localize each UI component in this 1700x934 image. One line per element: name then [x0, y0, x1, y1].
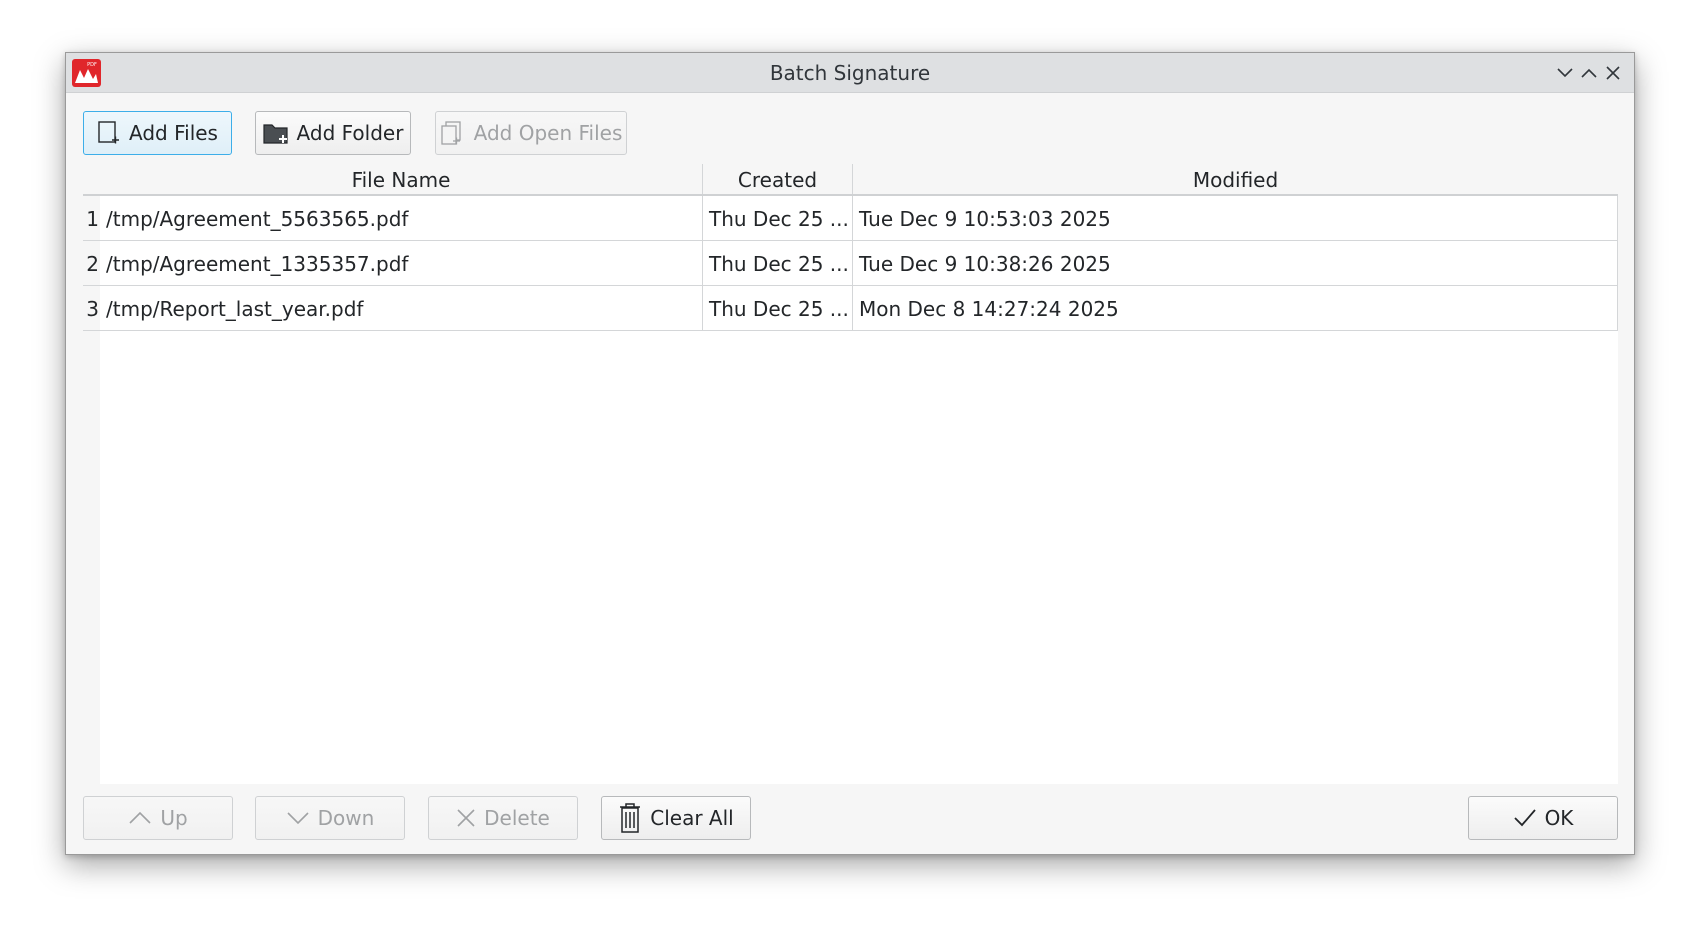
delete-button[interactable]: Delete [428, 796, 578, 840]
arrow-down-icon [287, 812, 309, 825]
file-name-cell[interactable]: /tmp/Agreement_5563565.pdf [100, 196, 703, 241]
file-name-cell[interactable]: /tmp/Report_last_year.pdf [100, 286, 703, 331]
add-folder-icon [262, 124, 288, 144]
created-cell[interactable]: Thu Dec 25 ... [703, 286, 853, 331]
move-up-label: Up [160, 806, 188, 830]
row-number: 1 [83, 196, 100, 241]
column-header-created[interactable]: Created [703, 164, 853, 194]
delete-label: Delete [484, 806, 550, 830]
chevron-down-icon [1557, 68, 1573, 78]
add-file-icon [98, 121, 120, 144]
created-cell[interactable]: Thu Dec 25 ... [703, 196, 853, 241]
add-open-files-button[interactable]: Add Open Files [435, 111, 627, 155]
table-header: File Name Created Modified [83, 164, 1618, 196]
delete-x-icon [457, 809, 475, 827]
add-open-files-icon [440, 121, 461, 145]
maximize-button[interactable] [1579, 63, 1599, 83]
window-title: Batch Signature [769, 61, 931, 85]
table-row[interactable]: 3 /tmp/Report_last_year.pdf Thu Dec 25 .… [83, 286, 1618, 331]
checkmark-icon [1513, 809, 1536, 827]
modified-cell[interactable]: Tue Dec 9 10:38:26 2025 [853, 241, 1618, 286]
file-name-cell[interactable]: /tmp/Agreement_1335357.pdf [100, 241, 703, 286]
row-number: 2 [83, 241, 100, 286]
table-row[interactable]: 2 /tmp/Agreement_1335357.pdf Thu Dec 25 … [83, 241, 1618, 286]
modified-cell[interactable]: Mon Dec 8 14:27:24 2025 [853, 286, 1618, 331]
move-up-button[interactable]: Up [83, 796, 233, 840]
close-button[interactable] [1603, 63, 1623, 83]
file-table[interactable]: File Name Created Modified 1 /tmp/Agreem… [83, 164, 1618, 784]
move-down-label: Down [317, 806, 375, 830]
close-icon [1606, 66, 1620, 80]
row-number: 3 [83, 286, 100, 331]
column-header-modified[interactable]: Modified [853, 164, 1618, 194]
minimize-button[interactable] [1555, 63, 1575, 83]
add-folder-button[interactable]: Add Folder [255, 111, 411, 155]
title-bar[interactable]: PDF Batch Signature [66, 53, 1634, 93]
ok-label: OK [1544, 806, 1574, 830]
modified-cell[interactable]: Tue Dec 9 10:53:03 2025 [853, 196, 1618, 241]
move-down-button[interactable]: Down [255, 796, 405, 840]
arrow-up-icon [129, 811, 151, 824]
batch-signature-dialog: PDF Batch Signature Add Files Add Folder [65, 52, 1635, 855]
add-files-label: Add Files [129, 121, 218, 145]
ok-button[interactable]: OK [1468, 796, 1618, 840]
add-files-button[interactable]: Add Files [83, 111, 232, 155]
chevron-up-icon [1581, 68, 1597, 78]
column-header-file-name[interactable]: File Name [100, 164, 703, 194]
trash-icon [620, 803, 641, 833]
add-open-files-label: Add Open Files [473, 121, 623, 145]
clear-all-label: Clear All [650, 806, 734, 830]
table-row[interactable]: 1 /tmp/Agreement_5563565.pdf Thu Dec 25 … [83, 196, 1618, 241]
created-cell[interactable]: Thu Dec 25 ... [703, 241, 853, 286]
clear-all-button[interactable]: Clear All [601, 796, 751, 840]
add-folder-label: Add Folder [296, 121, 404, 145]
